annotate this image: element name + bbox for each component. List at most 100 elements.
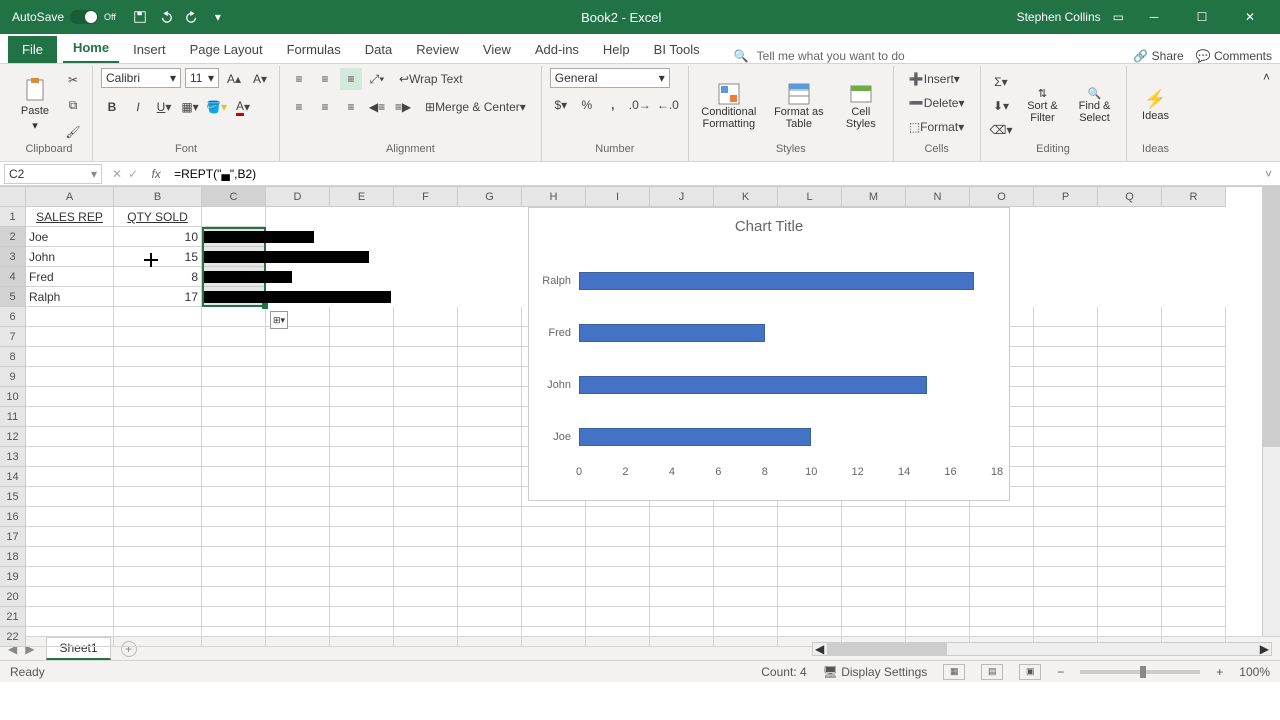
- cell-blank[interactable]: [394, 367, 458, 387]
- cell-A19[interactable]: [26, 567, 114, 587]
- cell-blank[interactable]: [202, 407, 266, 427]
- font-size-dropdown[interactable]: 11▾: [185, 68, 219, 88]
- ribbon-display-icon[interactable]: ▭: [1113, 10, 1124, 24]
- cell-blank[interactable]: [1034, 587, 1098, 607]
- cell-blank[interactable]: [202, 527, 266, 547]
- cell-blank[interactable]: [458, 447, 522, 467]
- redo-icon[interactable]: [184, 9, 200, 25]
- cell-blank[interactable]: [970, 527, 1034, 547]
- cell-blank[interactable]: [458, 407, 522, 427]
- cell-blank[interactable]: [1162, 467, 1226, 487]
- cell-blank[interactable]: [266, 547, 330, 567]
- cell-blank[interactable]: [394, 387, 458, 407]
- row-header-2[interactable]: 2: [0, 227, 26, 247]
- cell-blank[interactable]: [1098, 467, 1162, 487]
- cell-blank[interactable]: [650, 627, 714, 647]
- collapse-ribbon-button[interactable]: ˄: [1259, 66, 1274, 161]
- cell-blank[interactable]: [714, 587, 778, 607]
- maximize-button[interactable]: ☐: [1184, 3, 1220, 31]
- cell-blank[interactable]: [266, 507, 330, 527]
- decrease-decimal-button[interactable]: ←.0: [656, 94, 680, 116]
- cell-blank[interactable]: [202, 427, 266, 447]
- cell-blank[interactable]: [202, 567, 266, 587]
- cell-blank[interactable]: [714, 507, 778, 527]
- cell-B19[interactable]: [114, 567, 202, 587]
- cell-blank[interactable]: [522, 607, 586, 627]
- col-header-O[interactable]: O: [970, 187, 1034, 207]
- cell-blank[interactable]: [458, 527, 522, 547]
- row-header-14[interactable]: 14: [0, 467, 26, 487]
- tab-view[interactable]: View: [473, 36, 521, 63]
- tab-page-layout[interactable]: Page Layout: [180, 36, 273, 63]
- cell-blank[interactable]: [1098, 327, 1162, 347]
- cell-blank[interactable]: [650, 587, 714, 607]
- ideas-button[interactable]: ⚡ Ideas: [1135, 85, 1177, 126]
- chart-bar[interactable]: [579, 272, 974, 290]
- number-format-dropdown[interactable]: General▾: [550, 68, 670, 88]
- col-header-I[interactable]: I: [586, 187, 650, 207]
- cell-blank[interactable]: [394, 467, 458, 487]
- cell-blank[interactable]: [394, 627, 458, 647]
- cell-blank[interactable]: [202, 307, 266, 327]
- cell-blank[interactable]: [266, 327, 330, 347]
- bold-button[interactable]: B: [101, 96, 123, 118]
- cell-blank[interactable]: [522, 507, 586, 527]
- col-header-R[interactable]: R: [1162, 187, 1226, 207]
- cell-blank[interactable]: [458, 467, 522, 487]
- cell-blank[interactable]: [1162, 507, 1226, 527]
- tab-bi-tools[interactable]: BI Tools: [644, 36, 710, 63]
- cell-B6[interactable]: [114, 307, 202, 327]
- cell-blank[interactable]: [394, 307, 458, 327]
- cell-blank[interactable]: [842, 587, 906, 607]
- cell-blank[interactable]: [650, 607, 714, 627]
- scrollbar-thumb[interactable]: [827, 643, 947, 655]
- col-header-C[interactable]: C: [202, 187, 266, 207]
- cell-A1[interactable]: SALES REP: [26, 207, 114, 227]
- cell-B10[interactable]: [114, 387, 202, 407]
- cell-A14[interactable]: [26, 467, 114, 487]
- cell-blank[interactable]: [458, 567, 522, 587]
- horizontal-scrollbar[interactable]: ◀ ▶: [812, 642, 1272, 656]
- name-box[interactable]: C2▾: [4, 164, 102, 184]
- customize-qat-icon[interactable]: ▾: [210, 9, 226, 25]
- cell-blank[interactable]: [778, 607, 842, 627]
- row-header-7[interactable]: 7: [0, 327, 26, 347]
- cell-blank[interactable]: [202, 387, 266, 407]
- italic-button[interactable]: I: [127, 96, 149, 118]
- cell-blank[interactable]: [1162, 487, 1226, 507]
- cell-B5[interactable]: 17: [114, 287, 202, 307]
- cell-A5[interactable]: Ralph: [26, 287, 114, 307]
- cell-B22[interactable]: [114, 627, 202, 647]
- cell-A21[interactable]: [26, 607, 114, 627]
- cell-blank[interactable]: [1098, 507, 1162, 527]
- cell-blank[interactable]: [1098, 547, 1162, 567]
- worksheet-grid[interactable]: ABCDEFGHIJKLMNOPQR 123456789101112131415…: [0, 186, 1280, 636]
- cell-blank[interactable]: [394, 327, 458, 347]
- cell-A11[interactable]: [26, 407, 114, 427]
- cell-blank[interactable]: [266, 587, 330, 607]
- chart-bar[interactable]: [579, 428, 811, 446]
- cell-blank[interactable]: [266, 527, 330, 547]
- cell-A13[interactable]: [26, 447, 114, 467]
- cell-blank[interactable]: [394, 547, 458, 567]
- accounting-format-button[interactable]: $▾: [550, 94, 572, 116]
- cell-A17[interactable]: [26, 527, 114, 547]
- close-button[interactable]: ✕: [1232, 3, 1268, 31]
- zoom-in-button[interactable]: +: [1216, 665, 1223, 679]
- cell-blank[interactable]: [586, 587, 650, 607]
- cell-blank[interactable]: [1098, 567, 1162, 587]
- cell-blank[interactable]: [458, 627, 522, 647]
- cell-blank[interactable]: [266, 447, 330, 467]
- cell-blank[interactable]: [970, 547, 1034, 567]
- cell-blank[interactable]: [778, 567, 842, 587]
- cell-blank[interactable]: [906, 607, 970, 627]
- align-top-button[interactable]: ≡: [288, 68, 310, 90]
- cell-blank[interactable]: [650, 507, 714, 527]
- cell-blank[interactable]: [1034, 567, 1098, 587]
- row-header-5[interactable]: 5: [0, 287, 26, 307]
- cell-blank[interactable]: [266, 347, 330, 367]
- cell-blank[interactable]: [394, 447, 458, 467]
- cell-B12[interactable]: [114, 427, 202, 447]
- cell-blank[interactable]: [394, 587, 458, 607]
- cell-B15[interactable]: [114, 487, 202, 507]
